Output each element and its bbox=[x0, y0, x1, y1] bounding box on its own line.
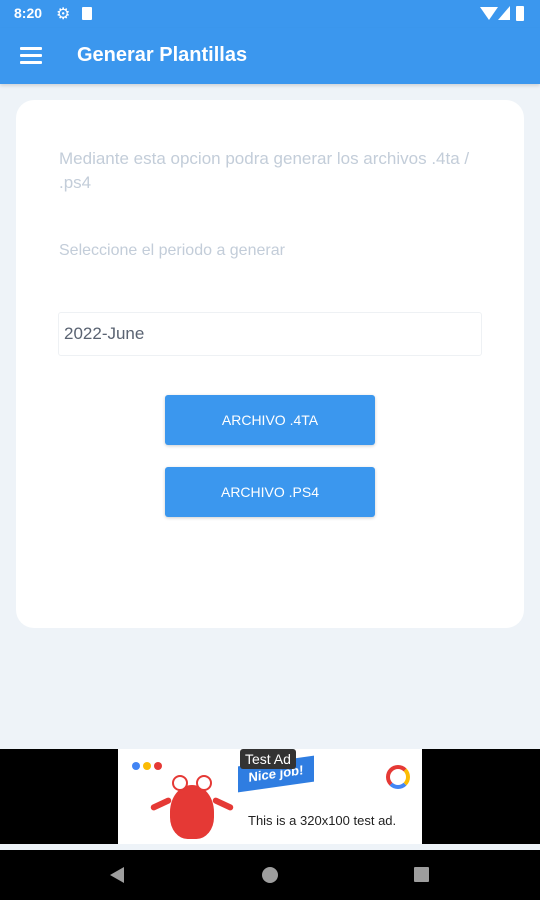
back-icon[interactable] bbox=[110, 867, 124, 883]
archivo-4ta-button[interactable]: ARCHIVO .4TA bbox=[165, 395, 375, 445]
ad-logo-icon bbox=[386, 765, 410, 789]
page-title: Generar Plantillas bbox=[77, 44, 248, 66]
test-ad-badge: Test Ad bbox=[240, 749, 296, 769]
period-label: Seleccione el periodo a generar bbox=[59, 242, 285, 259]
battery-icon bbox=[516, 6, 524, 21]
template-card: Mediante esta opcion podra generar los a… bbox=[16, 100, 524, 628]
archivo-ps4-button[interactable]: ARCHIVO .PS4 bbox=[165, 467, 375, 517]
status-time: 8:20 bbox=[14, 5, 43, 21]
ad-banner[interactable]: Nice job! Test Ad This is a 320x100 test… bbox=[118, 749, 422, 844]
recents-icon[interactable] bbox=[414, 867, 429, 882]
sim-card-icon bbox=[82, 7, 92, 20]
ad-container: Nice job! Test Ad This is a 320x100 test… bbox=[0, 749, 540, 844]
ad-text: This is a 320x100 test ad. bbox=[248, 813, 397, 828]
signal-icon bbox=[498, 6, 510, 20]
monster-arm-icon bbox=[211, 796, 235, 812]
dots-icon bbox=[132, 757, 165, 775]
system-nav-bar bbox=[0, 850, 540, 900]
monster-arm-icon bbox=[149, 796, 173, 812]
period-input[interactable] bbox=[58, 312, 482, 356]
gear-icon: ⚙ bbox=[56, 6, 71, 23]
home-icon[interactable] bbox=[262, 867, 278, 883]
app-bar: Generar Plantillas bbox=[0, 28, 540, 84]
hamburger-menu-icon[interactable] bbox=[20, 47, 42, 65]
description-text: Mediante esta opcion podra generar los a… bbox=[59, 149, 470, 192]
status-bar: 8:20 ⚙ bbox=[0, 0, 540, 28]
wifi-icon bbox=[480, 7, 498, 20]
monster-icon bbox=[170, 775, 214, 839]
